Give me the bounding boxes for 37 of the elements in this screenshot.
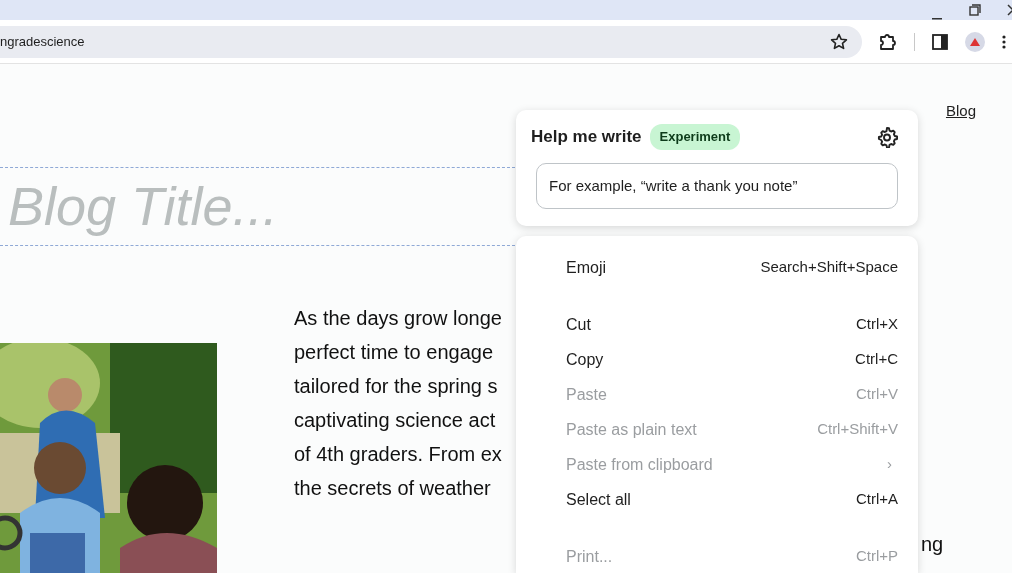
menu-label: Paste from clipboard	[566, 454, 713, 475]
menu-label: Cut	[566, 314, 591, 335]
paragraph: As the days grow longe perfect time to engage tailored for the spring s captivating science act of 4th graders. From ex the secrets of weather	[294, 305, 502, 501]
paragraph-fragment: ng	[921, 532, 944, 557]
settings-icon[interactable]	[876, 125, 898, 148]
menu-label: Paste	[566, 384, 607, 405]
minimize-icon	[932, 18, 942, 20]
shortcut-text: Search+Shift+Space	[760, 257, 898, 278]
experiment-badge: Experiment	[649, 124, 741, 150]
menu-label: Print...	[566, 546, 613, 567]
prompt-field[interactable]: For example, “write a thank you note”	[536, 162, 898, 209]
menu-item[interactable]: Emoji Search+Shift+Space	[516, 250, 918, 285]
shortcut-text: Ctrl+Shift+V	[817, 419, 898, 440]
menu-label: Emoji	[566, 257, 606, 278]
nav-link[interactable]: Blog	[945, 100, 976, 123]
card-title: Help me write	[531, 126, 642, 148]
restore-icon	[969, 4, 981, 16]
shortcut-text: Ctrl+C	[855, 349, 898, 370]
menu-label: Select all	[566, 489, 631, 510]
menu-item[interactable]: Cut Ctrl+X	[516, 307, 918, 342]
shortcut-text: Ctrl+A	[855, 489, 898, 510]
more-icon[interactable]	[1001, 33, 1007, 50]
menu-label: Copy	[566, 349, 604, 370]
address-bar[interactable]: ngradescience	[0, 25, 862, 58]
shortcut-text: Ctrl+X	[855, 314, 898, 335]
shortcut-text: Ctrl+P	[855, 546, 898, 567]
side-panel-icon[interactable]	[931, 32, 949, 51]
menu-item[interactable]: Select all Ctrl+A	[516, 482, 918, 517]
star-icon[interactable]	[830, 32, 848, 51]
submenu-arrow: ›	[887, 454, 892, 475]
puzzle-icon[interactable]	[878, 31, 898, 52]
url-text: ngradescience	[0, 32, 85, 51]
blog-title-field[interactable]: Blog Title...	[0, 165, 515, 247]
menu-label: Paste as plain text	[566, 419, 697, 440]
shortcut-text: Ctrl+V	[855, 384, 898, 405]
avatar[interactable]	[965, 31, 985, 52]
menu-item[interactable]: Copy Ctrl+C	[516, 342, 918, 377]
